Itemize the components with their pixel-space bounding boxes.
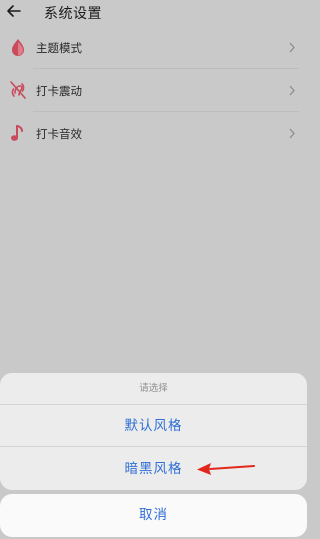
red-arrow-icon	[197, 463, 255, 475]
top-bar: 系统设置	[0, 0, 313, 26]
settings-item-theme-mode[interactable]: 主题模式	[0, 26, 313, 69]
settings-item-label: 打卡音效	[36, 127, 82, 141]
music-note-icon	[11, 125, 23, 141]
option-default-style[interactable]: 默认风格	[0, 405, 307, 447]
settings-item-label: 主题模式	[36, 41, 82, 55]
settings-item-checkin-sound[interactable]: 打卡音效	[0, 112, 313, 155]
vibration-off-icon	[10, 81, 26, 99]
chevron-right-icon	[289, 85, 295, 96]
chevron-right-icon	[289, 42, 295, 53]
page-title: 系统设置	[44, 6, 102, 22]
option-dark-style[interactable]: 暗黑风格	[0, 448, 307, 490]
action-sheet: 请选择 默认风格 暗黑风格	[0, 373, 307, 490]
cancel-button[interactable]: 取消	[0, 494, 307, 537]
settings-item-checkin-vibration[interactable]: 打卡震动	[0, 69, 313, 112]
action-sheet-title: 请选择	[0, 373, 307, 405]
droplet-icon	[12, 39, 24, 56]
chevron-right-icon	[289, 128, 295, 139]
arrow-left-icon[interactable]	[5, 2, 23, 20]
settings-list: 主题模式 打卡震动 打卡音效	[0, 26, 313, 155]
settings-item-label: 打卡震动	[36, 84, 82, 98]
